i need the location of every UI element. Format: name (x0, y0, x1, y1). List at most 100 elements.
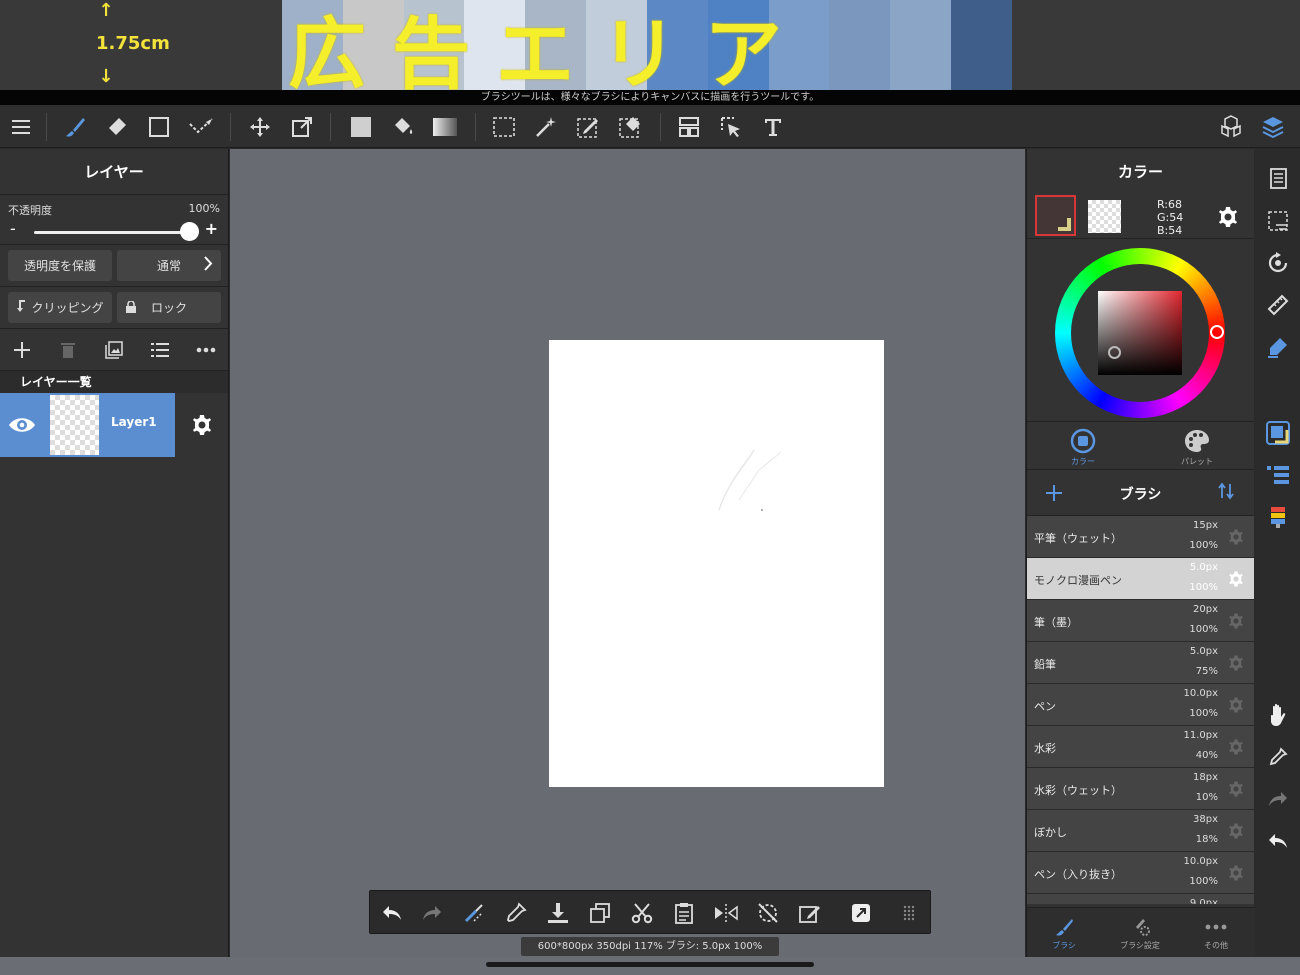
tab-palette[interactable]: パレット (1157, 426, 1237, 467)
bucket-tool-icon[interactable] (387, 111, 419, 143)
gear-icon[interactable] (1226, 863, 1246, 883)
brush-item[interactable]: 鉛筆 5.0px 75% (1027, 642, 1254, 684)
pen-pressure-icon[interactable] (1262, 331, 1294, 363)
hand-tool-icon[interactable] (1262, 699, 1294, 731)
cut-icon[interactable] (627, 898, 657, 928)
ad-banner[interactable]: 広告エリア (282, 0, 1012, 92)
select-eraser-icon[interactable] (614, 111, 646, 143)
gear-icon[interactable] (188, 411, 216, 439)
3d-material-icon[interactable] (1215, 111, 1247, 143)
gradient-tool-icon[interactable] (429, 111, 461, 143)
text-tool-icon[interactable] (757, 111, 789, 143)
layer-list-icon[interactable] (146, 337, 174, 363)
menu-icon[interactable] (5, 111, 37, 143)
tab-brush-settings[interactable]: ブラシ設定 (1105, 914, 1175, 951)
brush-item[interactable]: ぼかし 38px 18% (1027, 810, 1254, 852)
brush-item[interactable]: 水彩 11.0px 40% (1027, 726, 1254, 768)
color-panel-toggle-icon[interactable] (1262, 417, 1294, 449)
brush-item[interactable]: 9.0px (1027, 894, 1254, 904)
color-header: R:68 G:54 B:54 (1027, 195, 1254, 239)
gear-icon[interactable] (1214, 203, 1242, 231)
eyedropper-icon[interactable] (501, 898, 531, 928)
select-pen-icon[interactable] (572, 111, 604, 143)
fullscreen-icon[interactable] (846, 898, 876, 928)
select-rect-icon[interactable] (488, 111, 520, 143)
correction-pen-icon[interactable] (185, 111, 217, 143)
tab-brush[interactable]: ブラシ (1029, 914, 1099, 951)
ruler-icon[interactable] (1262, 289, 1294, 321)
brush-item[interactable]: ペン（入り抜き） 10.0px 100% (1027, 852, 1254, 894)
opacity-increase-button[interactable]: + (205, 219, 218, 238)
hue-cursor[interactable] (1210, 325, 1224, 339)
brush-settings-icon (1105, 914, 1175, 940)
color-brush-panel: カラー R:68 G:54 B:54 カラー パレット ブラシ 平筆（ウェット）… (1026, 149, 1255, 957)
layers-toggle-icon[interactable] (1257, 111, 1289, 143)
gear-icon[interactable] (1226, 779, 1246, 799)
brush-opacity: 100% (1189, 708, 1218, 719)
gear-icon[interactable] (1226, 737, 1246, 757)
undo-icon[interactable] (377, 898, 407, 928)
opacity-decrease-button[interactable]: - (10, 219, 16, 238)
canvas-page[interactable] (549, 340, 884, 787)
lock-label: ロック (150, 301, 187, 315)
brush-item[interactable]: 平筆（ウェット） 15px 100% (1027, 516, 1254, 558)
duplicate-layer-icon[interactable] (100, 337, 128, 363)
layer-row[interactable]: Layer1 (0, 393, 228, 457)
edit-selection-icon[interactable] (795, 898, 825, 928)
brush-name: モノクロ漫画ペン (1034, 574, 1122, 587)
document-icon[interactable] (1262, 163, 1294, 195)
gear-icon[interactable] (1226, 527, 1246, 547)
frame-divider-icon[interactable] (673, 111, 705, 143)
foreground-color-swatch[interactable] (1035, 195, 1076, 236)
tab-color[interactable]: カラー (1043, 426, 1123, 467)
more-options-icon[interactable] (192, 337, 220, 363)
brush-tool-icon[interactable] (59, 111, 91, 143)
selection-layer-icon[interactable] (1262, 205, 1294, 237)
brush-item[interactable]: 筆（墨） 20px 100% (1027, 600, 1254, 642)
opacity-slider-handle[interactable] (180, 222, 199, 241)
brush-item[interactable]: モノクロ漫画ペン 5.0px 100% (1027, 558, 1254, 600)
gear-icon[interactable] (1226, 821, 1246, 841)
tab-more[interactable]: その他 (1181, 914, 1251, 951)
magic-wand-icon[interactable] (530, 111, 562, 143)
gear-icon[interactable] (1226, 569, 1246, 589)
background-color-swatch[interactable] (1088, 200, 1121, 233)
save-download-icon[interactable] (543, 898, 573, 928)
protect-alpha-button[interactable]: 透明度を保護 (8, 250, 112, 281)
blend-mode-button[interactable]: 通常 (117, 250, 221, 281)
rotate-canvas-icon[interactable] (1262, 247, 1294, 279)
saturation-value-square[interactable] (1098, 291, 1182, 375)
eyedropper-icon[interactable] (1262, 741, 1294, 773)
grip-handle-icon[interactable] (894, 898, 924, 928)
brush-gradient-icon[interactable] (1262, 501, 1294, 533)
sv-cursor[interactable] (1108, 346, 1121, 359)
brush-item[interactable]: ペン 10.0px 100% (1027, 684, 1254, 726)
paste-icon[interactable] (669, 898, 699, 928)
add-layer-icon[interactable] (8, 337, 36, 363)
shape-tool-icon[interactable] (143, 111, 175, 143)
operation-tool-icon[interactable] (715, 111, 747, 143)
brush-item[interactable]: 水彩（ウェット） 18px 10% (1027, 768, 1254, 810)
undo-icon[interactable] (1262, 825, 1294, 857)
redo-icon[interactable] (417, 898, 447, 928)
eye-icon[interactable] (6, 411, 38, 439)
canvas-area[interactable] (230, 149, 1025, 957)
gear-icon[interactable] (1226, 611, 1246, 631)
transform-tool-icon[interactable] (286, 111, 318, 143)
lock-button[interactable]: ロック (117, 292, 221, 323)
gear-icon[interactable] (1226, 653, 1246, 673)
sort-icon[interactable] (1218, 482, 1234, 504)
clipping-button[interactable]: クリッピング (8, 292, 112, 323)
eraser-tool-icon[interactable] (101, 111, 133, 143)
snap-tool-icon[interactable] (459, 898, 489, 928)
trash-icon[interactable] (54, 337, 82, 363)
rotate-reset-icon[interactable] (753, 898, 783, 928)
copy-icon[interactable] (585, 898, 615, 928)
redo-icon[interactable] (1262, 783, 1294, 815)
fill-rect-icon[interactable] (345, 111, 377, 143)
move-tool-icon[interactable] (244, 111, 276, 143)
flip-horizontal-icon[interactable] (711, 898, 741, 928)
gear-icon[interactable] (1226, 695, 1246, 715)
brush-list-toggle-icon[interactable] (1262, 459, 1294, 491)
opacity-slider[interactable] (34, 231, 188, 234)
